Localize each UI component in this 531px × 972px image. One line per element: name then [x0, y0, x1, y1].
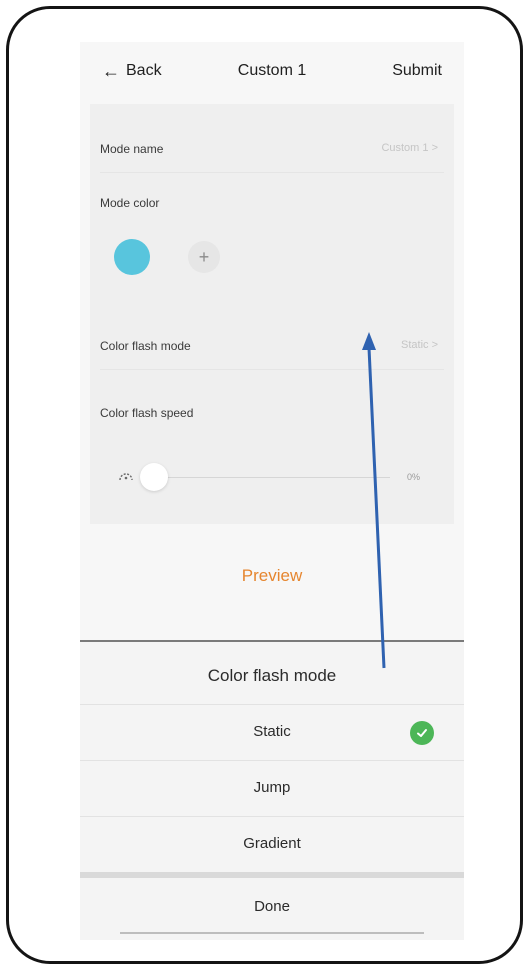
flash-mode-label: Color flash mode	[100, 339, 191, 353]
nav-bar: ← Back Custom 1 Submit	[80, 42, 464, 104]
option-jump[interactable]: Jump	[80, 760, 464, 817]
speed-slider-knob[interactable]	[140, 463, 168, 491]
option-gradient[interactable]: Gradient	[80, 816, 464, 873]
option-label: Static	[253, 723, 291, 740]
preview-area: Preview	[90, 534, 454, 644]
add-color-button[interactable]: +	[188, 241, 220, 273]
mode-name-label: Mode name	[100, 142, 164, 156]
divider	[100, 172, 444, 173]
option-label: Jump	[253, 779, 291, 796]
divider	[100, 369, 444, 370]
home-indicator	[120, 932, 424, 934]
flash-speed-label: Color flash speed	[100, 406, 194, 420]
check-icon	[410, 721, 434, 745]
option-static[interactable]: Static	[80, 704, 464, 761]
color-swatch-cyan[interactable]	[114, 239, 150, 275]
mode-color-label: Mode color	[100, 196, 160, 210]
speed-slider-track[interactable]	[144, 477, 390, 478]
speedometer-icon	[119, 473, 133, 481]
mode-name-value[interactable]: Custom 1 >	[381, 142, 438, 154]
done-button[interactable]: Done	[80, 878, 464, 938]
speed-percent: 0%	[406, 472, 420, 482]
app-screen: ← Back Custom 1 Submit Mode name Custom …	[80, 42, 464, 940]
sheet-title: Color flash mode	[207, 666, 337, 685]
option-label: Gradient	[243, 835, 301, 852]
plus-icon: +	[198, 246, 210, 267]
flash-mode-value[interactable]: Static >	[401, 339, 438, 351]
settings-card: Mode name Custom 1 > Mode color + Color …	[90, 104, 454, 524]
flash-mode-sheet: Color flash mode Static Jump Gradient Do…	[80, 640, 464, 940]
preview-button[interactable]: Preview	[90, 566, 454, 586]
submit-button[interactable]: Submit	[392, 62, 442, 80]
done-label: Done	[254, 898, 290, 915]
